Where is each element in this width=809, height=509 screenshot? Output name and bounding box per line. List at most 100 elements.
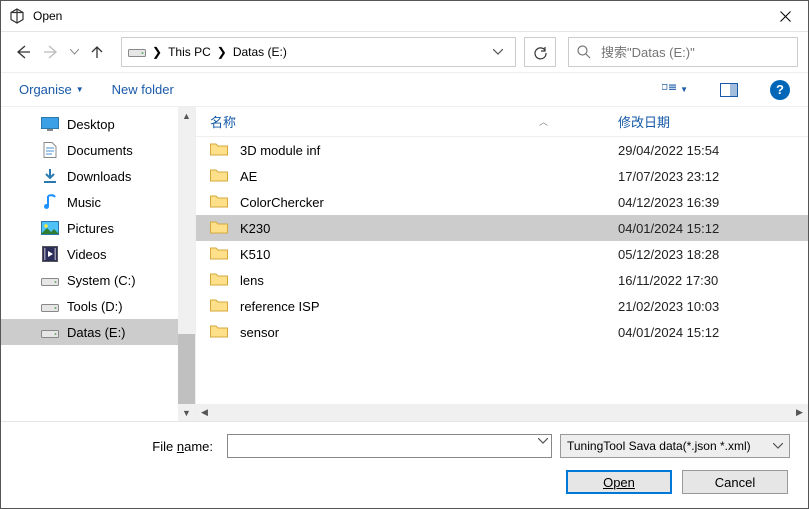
- file-date: 04/01/2024 15:12: [608, 325, 808, 340]
- list-row[interactable]: ColorChercker04/12/2023 16:39: [196, 189, 808, 215]
- breadcrumb-drive[interactable]: Datas (E:): [233, 45, 287, 59]
- file-date: 04/12/2023 16:39: [608, 195, 808, 210]
- file-name: K510: [240, 247, 608, 262]
- tree-item-label: Pictures: [67, 221, 114, 236]
- search-box[interactable]: [568, 37, 798, 67]
- folder-icon: [210, 324, 230, 340]
- tree-item-label: Music: [67, 195, 101, 210]
- breadcrumb-this-pc[interactable]: This PC: [168, 45, 211, 59]
- drive-icon: [41, 324, 59, 340]
- folder-icon: [210, 272, 230, 288]
- close-button[interactable]: [762, 1, 808, 32]
- filename-dropdown-arrow-icon[interactable]: [538, 438, 548, 444]
- tree-item-pictures[interactable]: Pictures: [1, 215, 178, 241]
- file-name: lens: [240, 273, 608, 288]
- scroll-left-arrow-icon[interactable]: ◀: [196, 404, 213, 421]
- tree-item-videos[interactable]: Videos: [1, 241, 178, 267]
- nav-tree: Desktop Documents Downloads Music Pictures Vi…: [1, 107, 196, 421]
- open-dialog: Open ❯ This PC ❯ Datas (E:): [0, 0, 809, 509]
- column-date-label: 修改日期: [618, 115, 670, 130]
- file-list: 名称 ︿ 修改日期 3D module inf29/04/2022 15:54A…: [196, 107, 808, 421]
- up-button[interactable]: [85, 40, 109, 64]
- file-date: 16/11/2022 17:30: [608, 273, 808, 288]
- music-icon: [41, 194, 59, 210]
- list-row[interactable]: K23004/01/2024 15:12: [196, 215, 808, 241]
- scroll-up-arrow-icon[interactable]: ▲: [178, 107, 195, 124]
- organise-menu[interactable]: Organise ▼: [19, 82, 84, 97]
- folder-icon: [210, 220, 230, 236]
- open-button[interactable]: Open: [566, 470, 672, 494]
- list-row[interactable]: reference ISP21/02/2023 10:03: [196, 293, 808, 319]
- folder-icon: [210, 194, 230, 210]
- footer: File name: TuningTool Sava data(*.json *…: [1, 421, 808, 508]
- file-date: 04/01/2024 15:12: [608, 221, 808, 236]
- file-name: reference ISP: [240, 299, 608, 314]
- folder-icon: [210, 246, 230, 262]
- list-h-scrollbar[interactable]: ◀ ▶: [196, 404, 808, 421]
- nav-row: ❯ This PC ❯ Datas (E:): [1, 32, 808, 72]
- file-name: K230: [240, 221, 608, 236]
- tree-item-music[interactable]: Music: [1, 189, 178, 215]
- videos-icon: [41, 246, 59, 262]
- list-row[interactable]: 3D module inf29/04/2022 15:54: [196, 137, 808, 163]
- new-folder-label: New folder: [112, 82, 174, 97]
- list-header: 名称 ︿ 修改日期: [196, 107, 808, 137]
- list-row[interactable]: lens16/11/2022 17:30: [196, 267, 808, 293]
- cancel-button[interactable]: Cancel: [682, 470, 788, 494]
- folder-icon: [210, 298, 230, 314]
- tree-item-documents[interactable]: Documents: [1, 137, 178, 163]
- drive-icon: [128, 45, 146, 59]
- tree-item-label: Videos: [67, 247, 107, 262]
- tree-item-label: Tools (D:): [67, 299, 123, 314]
- folder-icon: [210, 142, 230, 158]
- tree-item-label: System (C:): [67, 273, 136, 288]
- sort-indicator-icon: ︿: [539, 115, 548, 128]
- tree-item-label: Documents: [67, 143, 133, 158]
- drive-icon: [41, 272, 59, 288]
- refresh-button[interactable]: [524, 37, 556, 67]
- dropdown-arrow-icon: [773, 443, 783, 449]
- file-name: ColorChercker: [240, 195, 608, 210]
- file-date: 05/12/2023 18:28: [608, 247, 808, 262]
- dropdown-arrow-icon: ▼: [76, 85, 84, 94]
- organise-label: Organise: [19, 82, 72, 97]
- help-button[interactable]: ?: [770, 80, 790, 100]
- list-row[interactable]: AE17/07/2023 23:12: [196, 163, 808, 189]
- scroll-down-arrow-icon[interactable]: ▼: [178, 404, 195, 421]
- downloads-icon: [41, 168, 59, 184]
- view-options-button[interactable]: ▼: [662, 79, 688, 101]
- filetype-select[interactable]: TuningTool Sava data(*.json *.xml): [560, 434, 790, 458]
- body: Desktop Documents Downloads Music Pictures Vi…: [1, 106, 808, 421]
- back-button[interactable]: [11, 40, 35, 64]
- tree-scrollbar[interactable]: ▲ ▼: [178, 107, 195, 421]
- new-folder-button[interactable]: New folder: [112, 82, 174, 97]
- file-name: AE: [240, 169, 608, 184]
- filename-input[interactable]: [227, 434, 552, 458]
- dialog-title: Open: [33, 9, 762, 23]
- file-name: sensor: [240, 325, 608, 340]
- tree-item-drive[interactable]: Datas (E:): [1, 319, 178, 345]
- tree-item-label: Downloads: [67, 169, 131, 184]
- forward-button[interactable]: [39, 40, 63, 64]
- list-row[interactable]: sensor04/01/2024 15:12: [196, 319, 808, 345]
- chevron-right-icon: ❯: [217, 45, 227, 59]
- preview-pane-button[interactable]: [716, 79, 742, 101]
- tree-item-drive[interactable]: Tools (D:): [1, 293, 178, 319]
- pictures-icon: [41, 220, 59, 236]
- file-date: 17/07/2023 23:12: [608, 169, 808, 184]
- history-dropdown[interactable]: [67, 40, 81, 64]
- folder-icon: [210, 168, 230, 184]
- search-input[interactable]: [599, 44, 789, 61]
- scroll-thumb[interactable]: [178, 334, 195, 404]
- scroll-right-arrow-icon[interactable]: ▶: [791, 404, 808, 421]
- tree-item-downloads[interactable]: Downloads: [1, 163, 178, 189]
- tree-item-desktop[interactable]: Desktop: [1, 111, 178, 137]
- tree-item-drive[interactable]: System (C:): [1, 267, 178, 293]
- filetype-label: TuningTool Sava data(*.json *.xml): [567, 439, 751, 453]
- address-bar[interactable]: ❯ This PC ❯ Datas (E:): [121, 37, 516, 67]
- column-name[interactable]: 名称 ︿: [196, 112, 608, 131]
- tree-item-label: Datas (E:): [67, 325, 126, 340]
- list-row[interactable]: K51005/12/2023 18:28: [196, 241, 808, 267]
- address-dropdown[interactable]: [487, 49, 509, 55]
- column-date[interactable]: 修改日期: [608, 112, 808, 131]
